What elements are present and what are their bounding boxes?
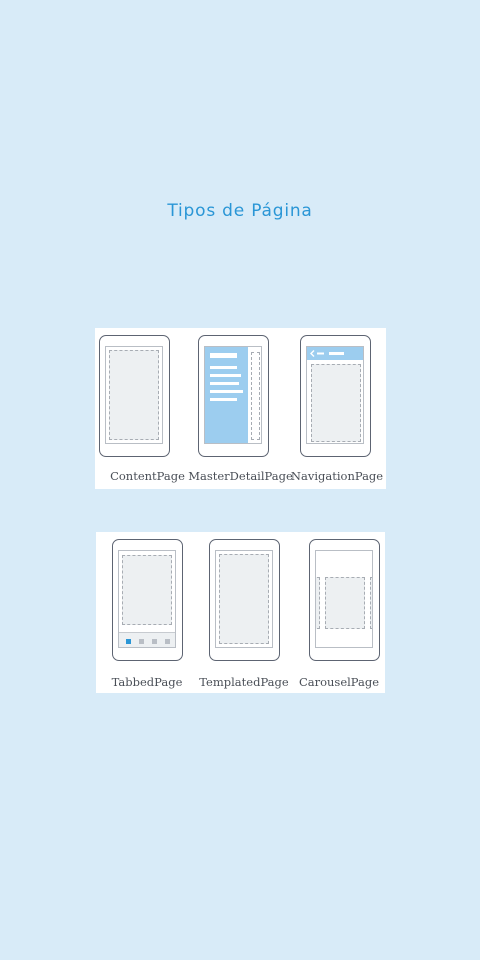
navigation-bar xyxy=(307,347,363,360)
tabbed-page-screen xyxy=(118,550,176,648)
content-page-card: ContentPage xyxy=(95,328,192,489)
navigation-page-phone xyxy=(300,335,371,457)
carousel-current-placeholder xyxy=(325,577,365,629)
templated-page-label: TemplatedPage xyxy=(199,675,289,689)
tab-indicator xyxy=(152,639,157,644)
master-menu-line xyxy=(210,382,239,385)
tab-indicator-active xyxy=(126,639,131,644)
master-header-line xyxy=(210,353,237,358)
master-detail-page-card: MasterDetailPage xyxy=(188,328,293,489)
page-root: { "title": "Tipos de Página", "page_type… xyxy=(0,0,480,960)
content-page-placeholder xyxy=(109,350,159,440)
carousel-next-placeholder xyxy=(370,577,372,629)
chevron-left-icon xyxy=(310,350,344,357)
tab-indicator xyxy=(139,639,144,644)
master-panel xyxy=(205,347,248,443)
master-menu-line xyxy=(210,390,243,393)
templated-page-placeholder xyxy=(219,554,269,644)
navigation-page-placeholder xyxy=(311,364,361,442)
detail-placeholder xyxy=(251,352,260,440)
carousel-prev-placeholder xyxy=(316,577,320,629)
tabbed-page-placeholder xyxy=(122,555,172,625)
master-menu-line xyxy=(210,398,237,401)
master-detail-page-screen xyxy=(204,346,262,444)
page-title: Tipos de Página xyxy=(167,201,313,221)
tabbed-page-card: TabbedPage xyxy=(96,532,193,693)
content-page-screen xyxy=(105,346,163,444)
content-page-phone xyxy=(99,335,170,457)
navigation-page-label: NavigationPage xyxy=(290,469,384,483)
master-menu-line xyxy=(210,366,237,369)
master-menu-line xyxy=(210,374,241,377)
carousel-page-label: CarouselPage xyxy=(298,675,380,689)
templated-page-phone xyxy=(209,539,280,661)
page-types-row-1: ContentPage MasterDetailPage NavigationP… xyxy=(95,328,386,489)
tab-indicator xyxy=(165,639,170,644)
tabbed-page-phone xyxy=(112,539,183,661)
carousel-page-screen xyxy=(315,550,373,648)
master-detail-page-label: MasterDetailPage xyxy=(188,469,293,483)
navigation-page-screen xyxy=(306,346,364,444)
master-detail-page-phone xyxy=(198,335,269,457)
page-types-row-2: TabbedPage TemplatedPage CarouselPage xyxy=(96,532,385,693)
tabbed-page-label: TabbedPage xyxy=(111,675,183,689)
carousel-page-card: CarouselPage xyxy=(290,532,385,693)
navigation-page-card: NavigationPage xyxy=(289,328,386,489)
templated-page-screen xyxy=(215,550,273,648)
tab-bar xyxy=(119,632,175,647)
carousel-page-phone xyxy=(309,539,380,661)
templated-page-card: TemplatedPage xyxy=(193,532,290,693)
